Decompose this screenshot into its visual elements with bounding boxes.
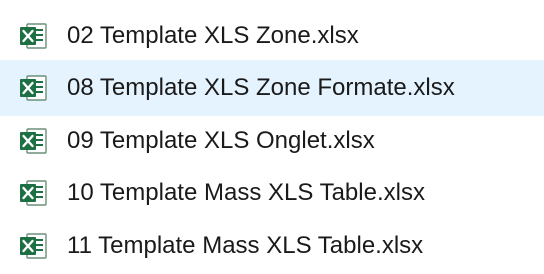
file-name: 02 Template XLS Zone.xlsx (67, 22, 359, 49)
file-item[interactable]: 02 Template XLS Zone.xlsx (0, 8, 544, 64)
excel-file-icon (20, 180, 47, 206)
excel-file-icon (20, 233, 47, 259)
file-name: 09 Template XLS Onglet.xlsx (67, 127, 375, 154)
file-item[interactable]: 09 Template XLS Onglet.xlsx (0, 113, 544, 169)
file-name: 08 Template XLS Zone Formate.xlsx (67, 74, 455, 101)
excel-file-icon (20, 23, 47, 49)
file-item[interactable]: 10 Template Mass XLS Table.xlsx (0, 165, 544, 221)
file-name: 11 Template Mass XLS Table.xlsx (67, 232, 424, 259)
excel-file-icon (20, 75, 47, 101)
file-name: 10 Template Mass XLS Table.xlsx (67, 179, 425, 206)
file-list: 02 Template XLS Zone.xlsx 08 Template XL… (0, 0, 544, 266)
excel-file-icon (20, 128, 47, 154)
file-item[interactable]: 08 Template XLS Zone Formate.xlsx (0, 60, 544, 116)
